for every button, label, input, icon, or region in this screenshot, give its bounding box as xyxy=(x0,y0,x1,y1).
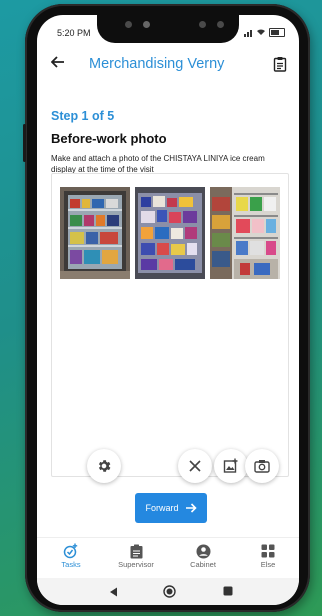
status-icons xyxy=(244,27,285,37)
battery-icon xyxy=(269,27,285,37)
close-icon xyxy=(189,460,201,472)
back-arrow-icon[interactable] xyxy=(50,53,65,74)
photo-card xyxy=(51,173,289,483)
gear-icon xyxy=(98,460,111,472)
clipboard-icon[interactable] xyxy=(273,56,287,77)
settings-button[interactable] xyxy=(87,449,121,483)
section-heading: Before-work photo xyxy=(51,131,167,146)
nav-recents-icon[interactable] xyxy=(223,586,233,596)
tab-supervisor[interactable]: Supervisor xyxy=(106,542,166,569)
tab-else[interactable]: Else xyxy=(238,542,298,569)
photo-thumbnail-3[interactable] xyxy=(210,187,280,279)
add-photo-icon xyxy=(223,458,238,473)
tab-tasks-label: Tasks xyxy=(61,560,81,569)
add-from-gallery-button[interactable] xyxy=(214,449,248,483)
forward-button[interactable]: Forward xyxy=(135,493,207,523)
app-header: Merchandising Verny xyxy=(37,49,299,83)
nav-back-icon[interactable] xyxy=(109,587,118,597)
bottom-tab-bar: Tasks Supervisor Cabinet Else xyxy=(37,537,299,578)
tab-tasks[interactable]: Tasks xyxy=(41,542,101,569)
camera-notch xyxy=(97,15,239,43)
take-photo-button[interactable] xyxy=(245,449,279,483)
forward-label: Forward xyxy=(145,503,179,513)
nav-home-icon[interactable] xyxy=(163,585,176,598)
signal-icon xyxy=(244,27,253,37)
photo-thumbnail-1[interactable] xyxy=(60,187,130,279)
page-title: Merchandising Verny xyxy=(89,56,225,72)
delete-photo-button[interactable] xyxy=(178,449,212,483)
app-screen: 5:20 PM Merchandising Verny Step 1 of 5 … xyxy=(37,15,299,605)
tab-cabinet[interactable]: Cabinet xyxy=(173,542,233,569)
grid-icon xyxy=(261,544,275,558)
clipboard-icon xyxy=(130,544,142,558)
tab-cabinet-label: Cabinet xyxy=(190,560,216,569)
person-icon xyxy=(196,544,210,558)
tab-else-label: Else xyxy=(260,560,276,569)
photo-thumbnail-2[interactable] xyxy=(135,187,205,279)
step-indicator: Step 1 of 5 xyxy=(51,109,115,123)
system-nav-bar xyxy=(37,578,299,605)
camera-icon xyxy=(254,460,270,473)
wifi-icon xyxy=(257,29,265,35)
volume-button xyxy=(23,124,26,162)
arrow-right-icon xyxy=(185,503,197,513)
status-time: 5:20 PM xyxy=(57,28,91,38)
section-description: Make and attach a photo of the CHISTAYA … xyxy=(51,154,265,174)
tasks-icon xyxy=(63,543,78,559)
tab-supervisor-label: Supervisor xyxy=(118,560,154,569)
